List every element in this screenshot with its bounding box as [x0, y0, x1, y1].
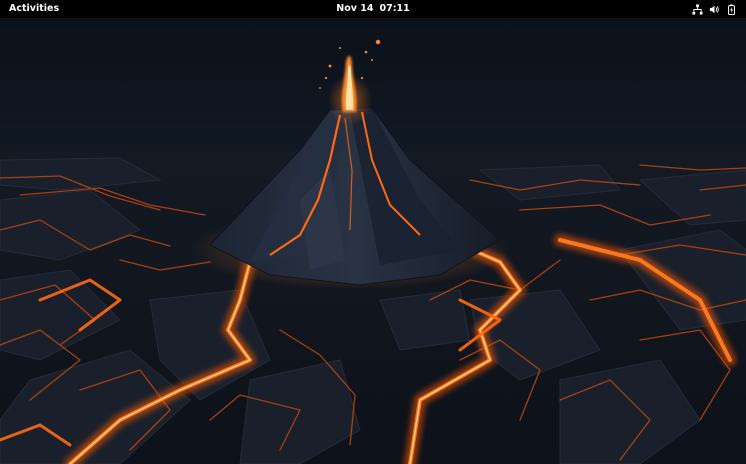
clock-button[interactable]: Nov 14 07:11: [330, 2, 415, 16]
clock-date: Nov 14: [336, 3, 374, 14]
clock-time: 07:11: [379, 3, 410, 14]
network-icon: [692, 3, 703, 15]
activities-button[interactable]: Activities: [4, 2, 64, 16]
system-status-menu[interactable]: [689, 2, 740, 16]
desktop-wallpaper: [0, 0, 746, 464]
volume-icon: [709, 5, 719, 13]
desktop: Activities Nov 14 07:11: [0, 0, 746, 464]
top-bar: Activities Nov 14 07:11: [0, 0, 746, 18]
battery-icon: [728, 3, 735, 15]
